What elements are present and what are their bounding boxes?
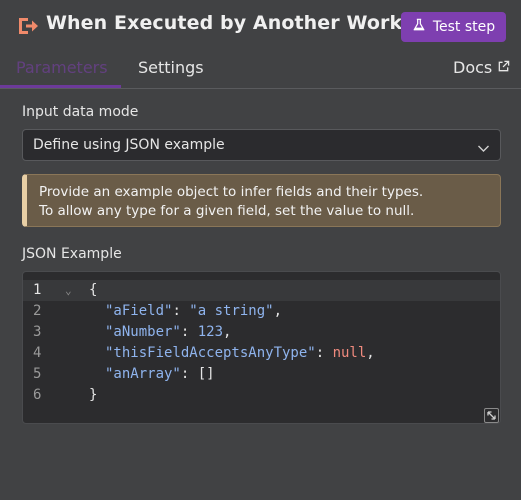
code-line: 3 "aNumber": 123, bbox=[23, 322, 500, 343]
json-sep: : bbox=[180, 366, 198, 382]
active-tab-indicator bbox=[0, 85, 121, 88]
code-text: "aField": "a string", bbox=[105, 301, 282, 322]
json-key: "aField" bbox=[105, 303, 173, 319]
docs-label: Docs bbox=[453, 58, 493, 77]
tab-docs[interactable]: Docs bbox=[453, 58, 510, 77]
test-step-button[interactable]: Test step bbox=[401, 12, 506, 42]
json-example-label: JSON Example bbox=[22, 246, 122, 262]
tab-parameters[interactable]: Parameters bbox=[16, 58, 108, 77]
code-text: { bbox=[89, 282, 98, 298]
tab-bar: Parameters Settings Docs bbox=[0, 52, 521, 89]
input-data-mode-value: Define using JSON example bbox=[33, 137, 225, 153]
line-number: 3 bbox=[33, 324, 42, 340]
notice-line-2: To allow any type for a given field, set… bbox=[39, 203, 415, 219]
node-title: When Executed by Another Workflow bbox=[46, 12, 448, 34]
node-header: When Executed by Another Workflow Test s… bbox=[0, 0, 521, 52]
expand-editor-icon[interactable] bbox=[484, 408, 499, 423]
code-text: "anArray": [] bbox=[105, 364, 215, 385]
json-end: , bbox=[273, 303, 283, 319]
flask-icon bbox=[412, 18, 426, 36]
external-link-icon bbox=[497, 58, 510, 77]
json-value: [] bbox=[197, 366, 215, 382]
code-text: "aNumber": 123, bbox=[105, 322, 231, 343]
input-data-mode-label: Input data mode bbox=[22, 104, 139, 120]
sign-in-arrow-icon bbox=[16, 14, 40, 38]
test-step-label: Test step bbox=[432, 19, 496, 35]
fold-chevron-icon[interactable]: ⌄ bbox=[65, 280, 75, 301]
json-end: , bbox=[223, 324, 232, 340]
json-key: "thisFieldAcceptsAnyType" bbox=[105, 345, 316, 361]
json-value: "a string" bbox=[189, 303, 274, 319]
json-sep: : bbox=[172, 303, 190, 319]
chevron-down-icon bbox=[477, 140, 490, 153]
json-key: "aNumber" bbox=[105, 324, 181, 340]
json-value: 123 bbox=[197, 324, 224, 340]
line-number: 4 bbox=[33, 345, 42, 361]
line-number: 5 bbox=[33, 366, 42, 382]
line-number: 2 bbox=[33, 303, 42, 319]
json-sep: : bbox=[180, 324, 198, 340]
line-number: 1 bbox=[33, 282, 42, 298]
tab-settings[interactable]: Settings bbox=[138, 58, 204, 77]
json-code-editor[interactable]: 1 ⌄ { 2 "aField": "a string", 3 "aNumber… bbox=[22, 271, 501, 424]
info-notice: Provide an example object to infer field… bbox=[22, 174, 501, 227]
json-end: , bbox=[366, 345, 375, 361]
code-line: 1 ⌄ { bbox=[23, 280, 500, 301]
code-text: } bbox=[89, 387, 98, 403]
notice-line-1: Provide an example object to infer field… bbox=[39, 184, 424, 200]
line-number: 6 bbox=[33, 387, 42, 403]
json-value: null bbox=[332, 345, 367, 361]
code-line: 6 } bbox=[23, 385, 500, 406]
code-line: 5 "anArray": [] bbox=[23, 364, 500, 385]
code-text: "thisFieldAcceptsAnyType": null, bbox=[105, 343, 375, 364]
input-data-mode-select[interactable]: Define using JSON example bbox=[22, 129, 501, 161]
code-line: 2 "aField": "a string", bbox=[23, 301, 500, 322]
json-key: "anArray" bbox=[105, 366, 181, 382]
code-line: 4 "thisFieldAcceptsAnyType": null, bbox=[23, 343, 500, 364]
json-sep: : bbox=[315, 345, 333, 361]
